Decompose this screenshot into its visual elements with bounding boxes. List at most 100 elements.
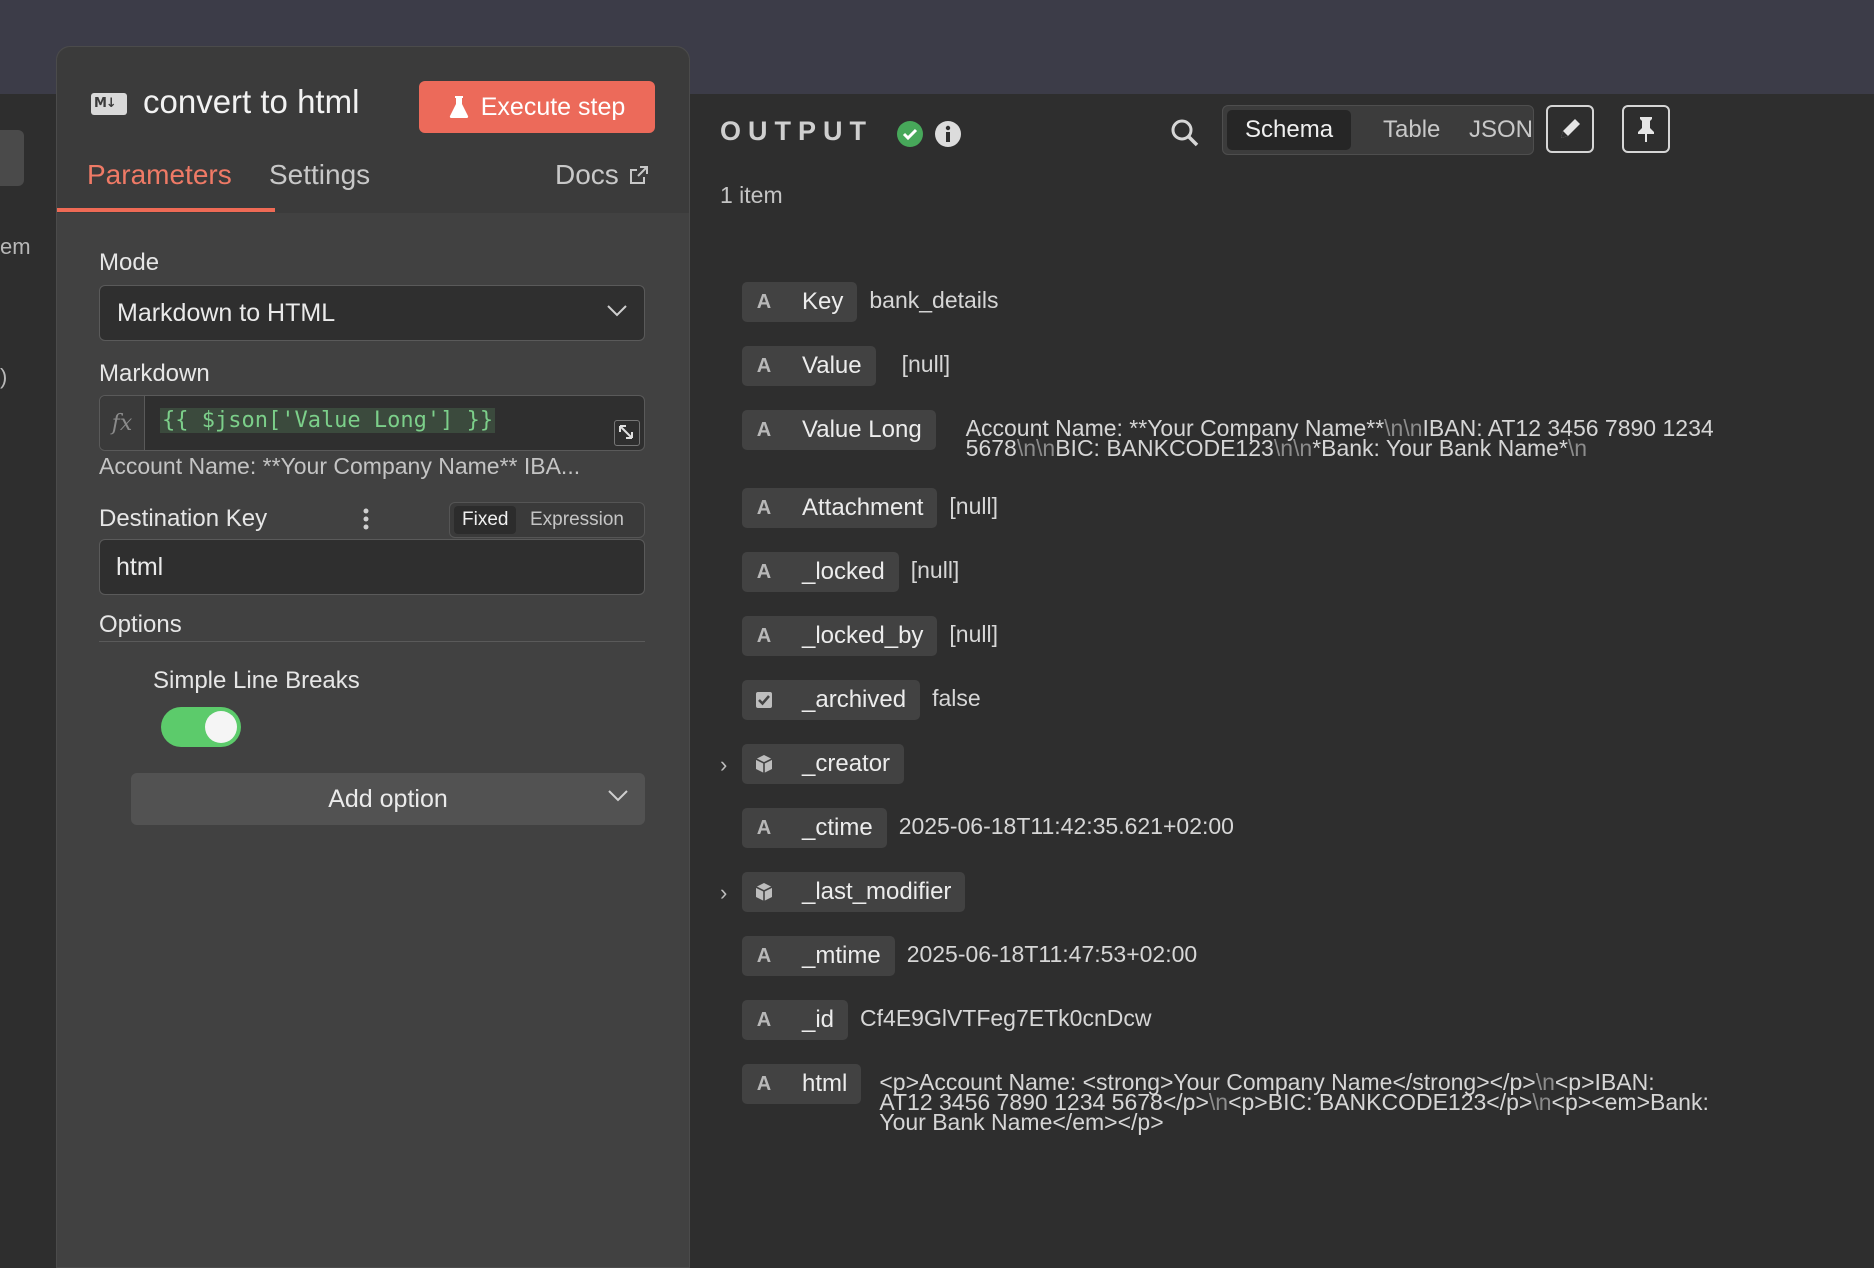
field-key: _archived — [802, 686, 907, 713]
checkbox-type-icon — [752, 691, 776, 709]
schema-field-pill[interactable]: A Key — [742, 282, 858, 322]
output-title: OUTPUT — [720, 116, 873, 146]
markdown-expression-input[interactable]: fx {{ $json['Value Long'] }} — [99, 395, 645, 451]
schema-row: A Key bank_details — [742, 282, 999, 322]
fixed-expression-toggle: Fixed Expression — [449, 502, 645, 538]
schema-row: A Attachment [null] — [742, 488, 998, 528]
view-table[interactable]: Table — [1365, 110, 1458, 150]
field-key: _locked_by — [802, 622, 924, 649]
fixed-option[interactable]: Fixed — [454, 506, 517, 534]
expression-result-preview: Account Name: **Your Company Name** IBA.… — [99, 453, 581, 479]
chevron-down-icon — [608, 790, 628, 802]
field-key: html — [802, 1070, 848, 1097]
chevron-down-icon — [607, 305, 627, 317]
string-type-icon: A — [756, 290, 772, 313]
schema-row: A _locked_by [null] — [742, 616, 998, 656]
field-key: _creator — [802, 750, 891, 777]
schema-field-pill[interactable]: A Value — [742, 346, 876, 386]
schema-row: A _id Cf4E9GlVTFeg7ETk0cnDcw — [742, 1000, 1151, 1040]
field-key: Value — [802, 352, 862, 379]
field-value-multiline: Account Name: **Your Company Name**\n\nI… — [965, 417, 1714, 461]
field-value-line: 5678\n\nBIC: BANKCODE123\n\n*Bank: Your … — [965, 435, 1588, 461]
mode-select[interactable]: Markdown to HTML — [99, 285, 645, 341]
schema-field-pill[interactable]: A Value Long — [742, 410, 936, 450]
schema-row: › _last_modifier — [720, 872, 966, 912]
schema-field-pill[interactable]: _last_modifier — [742, 872, 966, 912]
execute-step-button[interactable]: Execute step — [419, 81, 655, 133]
pin-icon — [1638, 117, 1654, 142]
chevron-right-icon[interactable]: › — [720, 752, 727, 778]
cube-icon — [752, 882, 776, 902]
schema-row: Ahtml <p>Account Name: <strong>Your Comp… — [742, 1064, 1709, 1135]
add-option-button[interactable]: Add option — [131, 773, 645, 825]
markdown-label: Markdown — [99, 360, 210, 387]
destination-key-label: Destination Key — [99, 505, 268, 532]
docs-link[interactable]: Docs — [555, 159, 649, 191]
output-panel: OUTPUT Schema Table JSON 1 item A Key ban… — [690, 94, 1874, 1258]
node-parameters-panel: M↓ convert to html Execute step Paramete… — [56, 46, 690, 1268]
toggle-knob — [205, 711, 237, 743]
newline-escape: \n — [1293, 435, 1313, 461]
schema-field-pill[interactable]: _archived — [742, 680, 921, 720]
tab-settings[interactable]: Settings — [269, 159, 370, 191]
search-icon[interactable] — [1170, 118, 1200, 148]
flask-icon — [449, 96, 468, 118]
field-value: false — [932, 685, 981, 711]
field-value: 2025-06-18T11:47:53+02:00 — [906, 941, 1198, 967]
string-type-icon: A — [756, 560, 772, 583]
expand-icon[interactable] — [614, 420, 640, 446]
string-type-icon: A — [756, 354, 772, 377]
field-value-line: Your Bank Name</em></p> — [879, 1109, 1164, 1135]
left-panel-fragment: em ) — [0, 94, 56, 1258]
simple-line-breaks-label: Simple Line Breaks — [153, 667, 360, 694]
schema-row: › _creator — [720, 744, 905, 784]
left-panel-stub[interactable] — [0, 130, 24, 186]
info-icon[interactable] — [934, 120, 962, 148]
chevron-right-icon[interactable]: › — [720, 880, 727, 906]
left-fragment-text: em — [0, 234, 31, 259]
expression-option[interactable]: Expression — [530, 506, 624, 534]
simple-line-breaks-toggle[interactable] — [161, 707, 241, 747]
schema-field-pill[interactable]: _creator — [742, 744, 905, 784]
destination-key-input[interactable]: html — [99, 539, 645, 595]
schema-row: A _locked [null] — [742, 552, 959, 592]
schema-field-pill[interactable]: A _mtime — [742, 936, 895, 976]
schema-field-pill[interactable]: A _ctime — [742, 808, 887, 848]
string-type-icon: A — [756, 418, 772, 441]
newline-escape: \n — [1273, 435, 1293, 461]
view-json[interactable]: JSON — [1451, 110, 1551, 150]
execute-step-label: Execute step — [480, 92, 626, 121]
tab-parameters[interactable]: Parameters — [87, 159, 232, 191]
schema-row: A _mtime 2025-06-18T11:47:53+02:00 — [742, 936, 1197, 976]
field-value: [null] — [949, 621, 999, 647]
field-value: 2025-06-18T11:42:35.621+02:00 — [898, 813, 1234, 839]
string-type-icon: A — [756, 816, 772, 839]
pin-data-button[interactable] — [1622, 105, 1670, 153]
active-tab-indicator — [57, 208, 275, 212]
node-title[interactable]: convert to html — [143, 83, 359, 121]
schema-field-pill[interactable]: Ahtml — [742, 1064, 862, 1104]
options-label: Options — [99, 611, 182, 638]
view-switcher: Schema Table JSON — [1222, 105, 1534, 155]
field-value-multiline: <p>Account Name: <strong>Your Company Na… — [879, 1071, 1709, 1135]
schema-row: _archived false — [742, 680, 981, 720]
view-schema[interactable]: Schema — [1227, 110, 1352, 150]
left-fragment-text: ) — [0, 364, 8, 389]
more-options-icon[interactable] — [363, 508, 369, 530]
edit-output-button[interactable] — [1546, 105, 1594, 153]
schema-field-pill[interactable]: A Attachment — [742, 488, 938, 528]
field-value: [null] — [949, 493, 998, 519]
schema-field-pill[interactable]: A _id — [742, 1000, 849, 1040]
options-divider — [99, 641, 645, 642]
field-key: Attachment — [802, 494, 924, 521]
field-value: [null] — [901, 351, 951, 377]
fx-icon: fx — [100, 396, 145, 450]
newline-escape: \n — [1208, 1089, 1229, 1115]
field-value: bank_details — [869, 287, 999, 313]
success-check-icon — [897, 121, 923, 147]
markdown-icon: M↓ — [91, 93, 127, 115]
mode-label: Mode — [99, 249, 160, 276]
schema-row: A Value Long Account Name: **Your Company… — [742, 410, 1714, 461]
schema-field-pill[interactable]: A _locked — [742, 552, 899, 592]
schema-field-pill[interactable]: A _locked_by — [742, 616, 938, 656]
